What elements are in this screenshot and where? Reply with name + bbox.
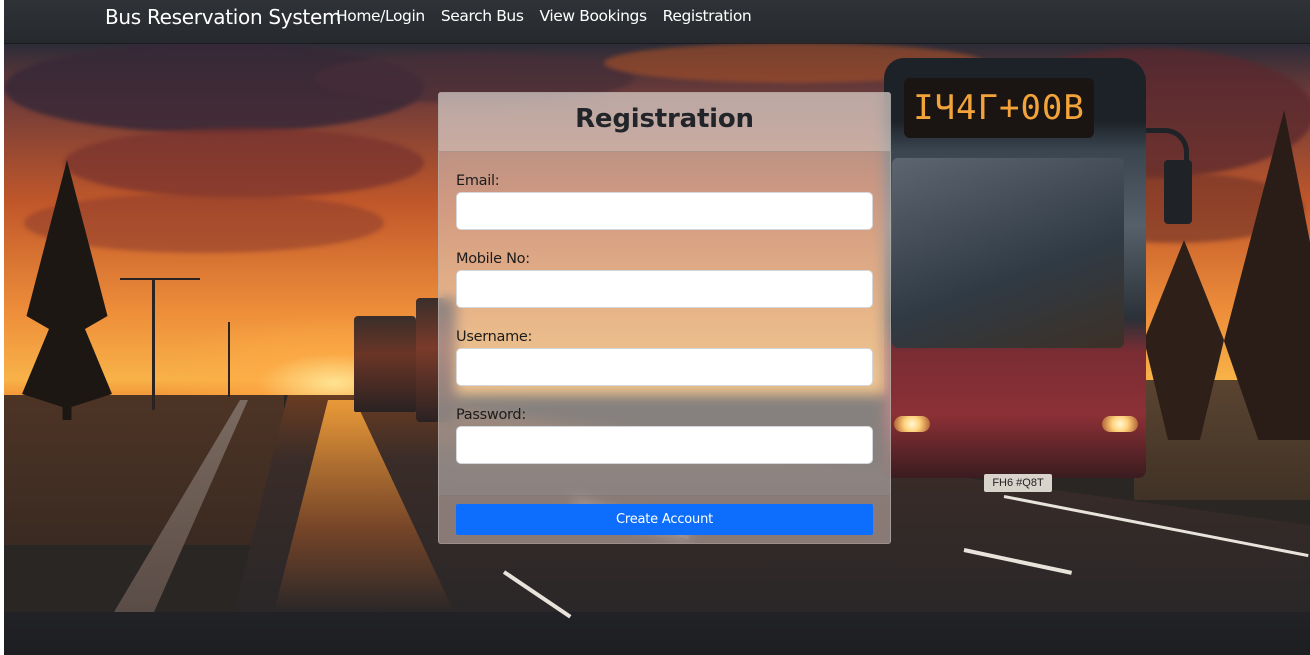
bus-mirror	[1164, 160, 1192, 224]
username-field[interactable]	[456, 348, 873, 386]
cloud	[64, 128, 424, 198]
password-field[interactable]	[456, 426, 873, 464]
distant-bus	[354, 316, 416, 412]
grass-left	[4, 395, 284, 545]
street-lamp	[228, 322, 230, 397]
bus-headlight	[894, 416, 930, 432]
page: Bus Reservation System Home/Login Search…	[4, 0, 1310, 655]
bus-license-plate: FH6 #Q8T	[984, 474, 1052, 492]
mobile-field[interactable]	[456, 270, 873, 308]
email-label: Email:	[456, 173, 500, 189]
nav-link-registration[interactable]: Registration	[663, 6, 752, 26]
brand-link[interactable]: Bus Reservation System	[105, 5, 341, 29]
registration-form-card: Registration Email: Mobile No: Username:…	[438, 92, 891, 544]
bus-headlight	[1102, 416, 1138, 432]
mobile-label: Mobile No:	[456, 251, 530, 267]
create-account-button[interactable]: Create Account	[456, 504, 873, 535]
nav-link-view-bookings[interactable]: View Bookings	[540, 6, 648, 26]
street-lamp	[152, 280, 155, 410]
username-label: Username:	[456, 329, 533, 345]
form-title: Registration	[575, 104, 754, 134]
bus-destination-sign: IЧ4Г+00B	[904, 78, 1094, 138]
top-navbar: Bus Reservation System Home/Login Search…	[4, 0, 1310, 43]
email-field[interactable]	[456, 192, 873, 230]
street-lamp-arm	[120, 278, 200, 280]
nav-links: Home/Login Search Bus View Bookings Regi…	[336, 6, 767, 26]
password-label: Password:	[456, 407, 526, 423]
nav-link-search-bus[interactable]: Search Bus	[441, 6, 524, 26]
bus: IЧ4Г+00B FH6 #Q8T	[884, 58, 1146, 492]
nav-link-home-login[interactable]: Home/Login	[336, 6, 425, 26]
card-header: Registration	[439, 93, 890, 152]
bus-windshield	[892, 158, 1124, 348]
